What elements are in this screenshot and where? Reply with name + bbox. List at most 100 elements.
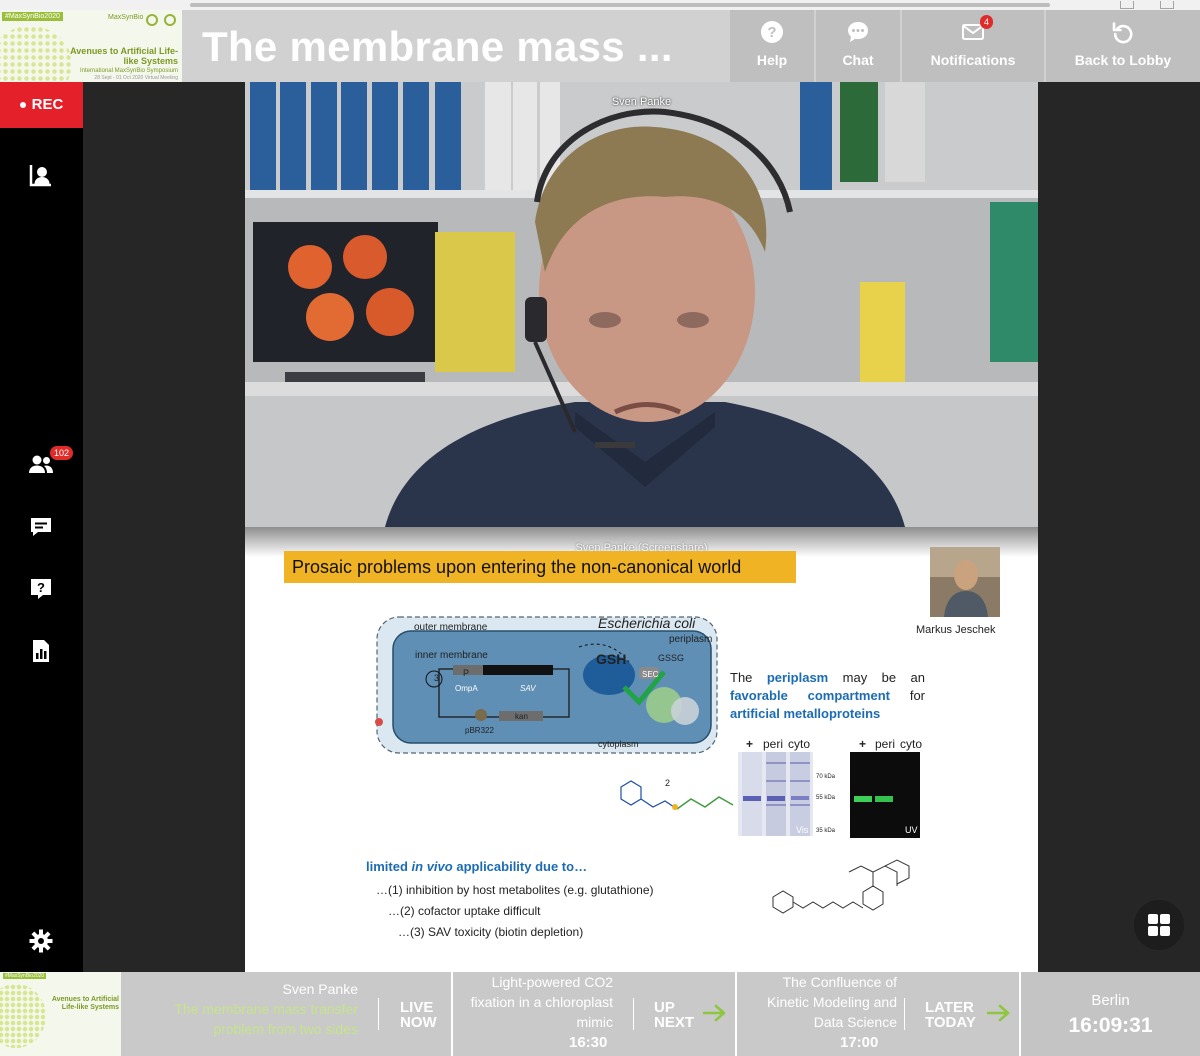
fav-text-4: favorable compartment [730, 688, 890, 703]
limitation-3: …(3) SAV toxicity (biotin depletion) [398, 925, 584, 939]
chat-button[interactable]: Chat [816, 10, 900, 82]
live-label-line1: LIVE [400, 999, 434, 1016]
help-label: Help [756, 52, 788, 68]
notifications-label: Notifications [930, 52, 1016, 68]
chat-icon [846, 20, 870, 44]
speaker-profile-icon[interactable] [28, 162, 54, 188]
ompa-label: OmpA [455, 684, 478, 693]
gel-uv-peri-label: peri [875, 737, 896, 751]
recording-indicator: REC [0, 82, 83, 128]
panel-divider [378, 998, 379, 1030]
clock-time: 16:09:31 [1068, 1014, 1153, 1037]
gel-vis-plus-label: + [746, 737, 754, 751]
chat-panel-icon[interactable] [28, 514, 54, 540]
fav-text-3: may be an [842, 670, 925, 685]
up-next-panel[interactable]: Light-powered CO2 fixation in a chloropl… [453, 972, 735, 1056]
screenshare-slide: Sven Panke (Screenshare) Prosaic problem… [245, 527, 1038, 972]
back-to-lobby-label: Back to Lobby [1074, 52, 1172, 68]
event-name: Avenues to Artificial Life-like Systems [70, 46, 178, 66]
notifications-button[interactable]: 4 Notifications [902, 10, 1044, 82]
limitations-heading: limited in vivo applicability due to… [366, 859, 587, 874]
live-now-status: LIVE NOW [400, 1000, 437, 1030]
qa-icon[interactable]: ? [28, 576, 54, 602]
settings-gear-icon[interactable] [28, 928, 54, 954]
step-3-label: 3 [434, 673, 440, 683]
cytoplasm-label: cytoplasm [598, 739, 639, 749]
live-session-title: The membrane mass transfer problem from … [174, 1001, 358, 1037]
clock-city: Berlin [1091, 992, 1130, 1009]
event-subtitle: International MaxSynBio Symposium [79, 68, 178, 74]
back-to-lobby-button[interactable]: Back to Lobby [1046, 10, 1200, 82]
layout-grid-button[interactable] [1134, 900, 1184, 950]
promoter-label: P [463, 668, 470, 678]
live-label-line2: NOW [400, 1014, 437, 1031]
rec-label: REC [31, 96, 64, 113]
limitation-2: …(2) cofactor uptake difficult [388, 904, 541, 918]
gel-vis-cyto-label: cyto [788, 737, 811, 751]
up-next-status: UP NEXT [654, 1000, 694, 1030]
marker-70kda-label: 70 kDa [816, 774, 836, 780]
fav-text-2: periplasm [766, 670, 829, 685]
limited-text-3: applicability due to… [456, 859, 588, 874]
local-clock-panel: Berlin 16:09:31 [1021, 972, 1200, 1056]
gel-uv-cyto-label: cyto [900, 737, 923, 751]
later-session-time: 17:00 [840, 1034, 879, 1051]
speaker-video-frame [245, 82, 1038, 527]
limited-text-2: in vivo [411, 859, 453, 874]
periplasm-label: periplasm [669, 634, 713, 645]
emblem-icon [146, 14, 158, 26]
fav-text-5: for [909, 688, 925, 703]
event-logo: #MaxSynBio2020 MaxSynBio Avenues to Arti… [0, 10, 182, 82]
live-now-panel[interactable]: Sven Panke The membrane mass transfer pr… [121, 972, 451, 1056]
later-label-line1: LATER [925, 999, 974, 1016]
svg-text:?: ? [767, 24, 776, 41]
uv-label: UV [905, 825, 918, 835]
inner-membrane-label: inner membrane [415, 650, 488, 661]
later-today-panel[interactable]: The Confluence of Kinetic Modeling and D… [737, 972, 1019, 1056]
next-label-line2: NEXT [654, 1014, 695, 1031]
browser-top-strip [0, 0, 1200, 10]
svg-text:?: ? [37, 580, 45, 595]
footer-event-logo: #MaxSynBio2020 Avenues to Artificial Lif… [0, 972, 121, 1056]
gssg-label: GSSG [658, 653, 685, 663]
notifications-count-badge: 4 [980, 15, 994, 29]
footer-logo-dot-pattern [0, 984, 46, 1048]
session-title: The membrane mass ... [202, 23, 673, 70]
sav-gene-label: SAV [520, 684, 536, 693]
author-photo [930, 547, 1000, 617]
schedule-bar: #MaxSynBio2020 Avenues to Artificial Lif… [0, 972, 1200, 1056]
limited-text-1: limited [366, 859, 408, 874]
left-sidebar: REC 102 ? [0, 82, 83, 972]
chat-label: Chat [842, 52, 874, 68]
kan-label: kan [515, 712, 528, 721]
next-label-line1: UP [654, 999, 675, 1016]
organism-label: Escherichia coli [598, 615, 696, 631]
help-button[interactable]: ? Help [730, 10, 814, 82]
event-dates: 28 Sept - 01 Oct 2020 Virtual Meeting [94, 75, 178, 81]
speaker-video: Sven Panke [245, 82, 1038, 527]
arrow-right-icon [987, 1004, 1010, 1022]
window-corner-mark [1120, 1, 1134, 9]
slide-title: Prosaic problems upon entering the non-c… [284, 551, 796, 583]
cofactor-structure-drawing [620, 780, 734, 810]
footer-event-hashtag: #MaxSynBio2020 [3, 973, 47, 979]
vis-gel-image [738, 752, 813, 836]
gsh-label: GSH [596, 651, 627, 667]
later-session-title: The Confluence of Kinetic Modeling and D… [767, 974, 897, 1030]
participants-count-badge: 102 [50, 446, 74, 460]
live-speaker-name: Sven Panke [282, 981, 359, 997]
undo-arrow-icon [1111, 20, 1135, 44]
stage-area: Sven Panke Sven Panke (Screenshare) Pros… [83, 82, 1200, 972]
marker-55kda-label: 55 kDa [816, 795, 836, 801]
grid-icon [1148, 914, 1170, 936]
next-session-time: 16:30 [569, 1034, 608, 1051]
event-brand: MaxSynBio [108, 14, 144, 21]
window-corner-mark [1160, 1, 1174, 9]
next-session-title: Light-powered CO2 fixation in a chloropl… [470, 974, 613, 1030]
scroll-track [190, 3, 1050, 7]
fav-text-6: artificial metalloproteins [730, 706, 881, 721]
poll-icon[interactable] [28, 638, 54, 664]
outer-membrane-label: outer membrane [414, 622, 488, 633]
sec-label: SEC [642, 670, 659, 679]
vis-label: Vis [796, 825, 809, 835]
